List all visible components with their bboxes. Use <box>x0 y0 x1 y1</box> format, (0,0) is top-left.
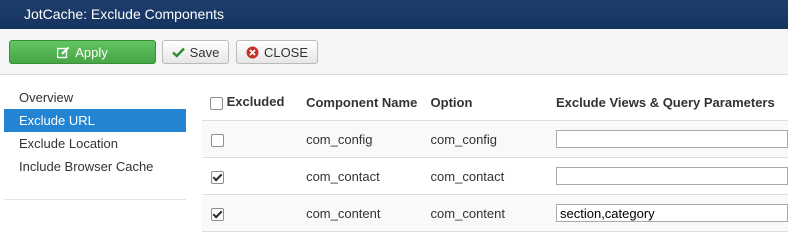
checkmark-icon <box>171 47 185 58</box>
edit-icon <box>57 46 70 59</box>
component-name-cell: com_config <box>306 120 431 158</box>
option-cell: com_config <box>430 120 556 158</box>
component-name-cell: com_content <box>306 194 431 232</box>
close-label: CLOSE <box>263 44 309 60</box>
excluded-cell <box>202 120 307 158</box>
save-button[interactable]: Save <box>162 40 229 64</box>
sidebar: Overview Exclude URL Exclude Location In… <box>4 86 186 178</box>
component-name-header: Component Name <box>306 84 431 121</box>
views-cell <box>556 120 788 158</box>
exclude-params-input[interactable] <box>556 130 788 148</box>
table-header-row: Excluded Component Name Option Exclude V… <box>202 84 788 121</box>
apply-label: Apply <box>75 44 108 60</box>
close-circle-icon <box>246 46 259 59</box>
excluded-header: Excluded <box>202 84 307 121</box>
sidebar-item-exclude-location[interactable]: Exclude Location <box>4 132 186 155</box>
table-row: com_contact com_contact <box>202 157 788 195</box>
exclude-checkbox[interactable] <box>211 207 224 221</box>
views-header: Exclude Views & Query Parameters <box>556 84 788 121</box>
close-button[interactable]: CLOSE <box>236 40 318 64</box>
window-title: JotCache: Exclude Components <box>24 6 224 22</box>
option-cell: com_content <box>430 194 556 232</box>
sidebar-item-overview[interactable]: Overview <box>4 86 186 109</box>
sidebar-item-include-browser-cache[interactable]: Include Browser Cache <box>4 155 186 178</box>
table-row: com_config com_config <box>202 120 788 158</box>
option-cell: com_contact <box>430 157 556 195</box>
table-row: com_content com_content <box>202 194 788 232</box>
save-label: Save <box>189 44 220 60</box>
views-cell <box>556 157 788 195</box>
exclude-checkbox[interactable] <box>211 170 224 184</box>
apply-button[interactable]: Apply <box>9 40 156 64</box>
option-header: Option <box>430 84 556 121</box>
title-bar: JotCache: Exclude Components <box>0 0 788 29</box>
select-all-checkbox[interactable] <box>210 96 223 110</box>
component-name-cell: com_contact <box>306 157 431 195</box>
toolbar: Apply Save CLOSE <box>0 29 788 75</box>
exclude-params-input[interactable] <box>556 167 788 185</box>
exclude-params-input[interactable] <box>556 204 788 222</box>
views-cell <box>556 194 788 232</box>
sidebar-divider <box>4 199 186 200</box>
sidebar-item-exclude-url[interactable]: Exclude URL <box>4 109 186 132</box>
excluded-cell <box>202 194 307 232</box>
components-table: Excluded Component Name Option Exclude V… <box>202 84 788 232</box>
excluded-cell <box>202 157 307 195</box>
excluded-header-label: Excluded <box>226 94 285 110</box>
exclude-checkbox[interactable] <box>211 133 224 147</box>
